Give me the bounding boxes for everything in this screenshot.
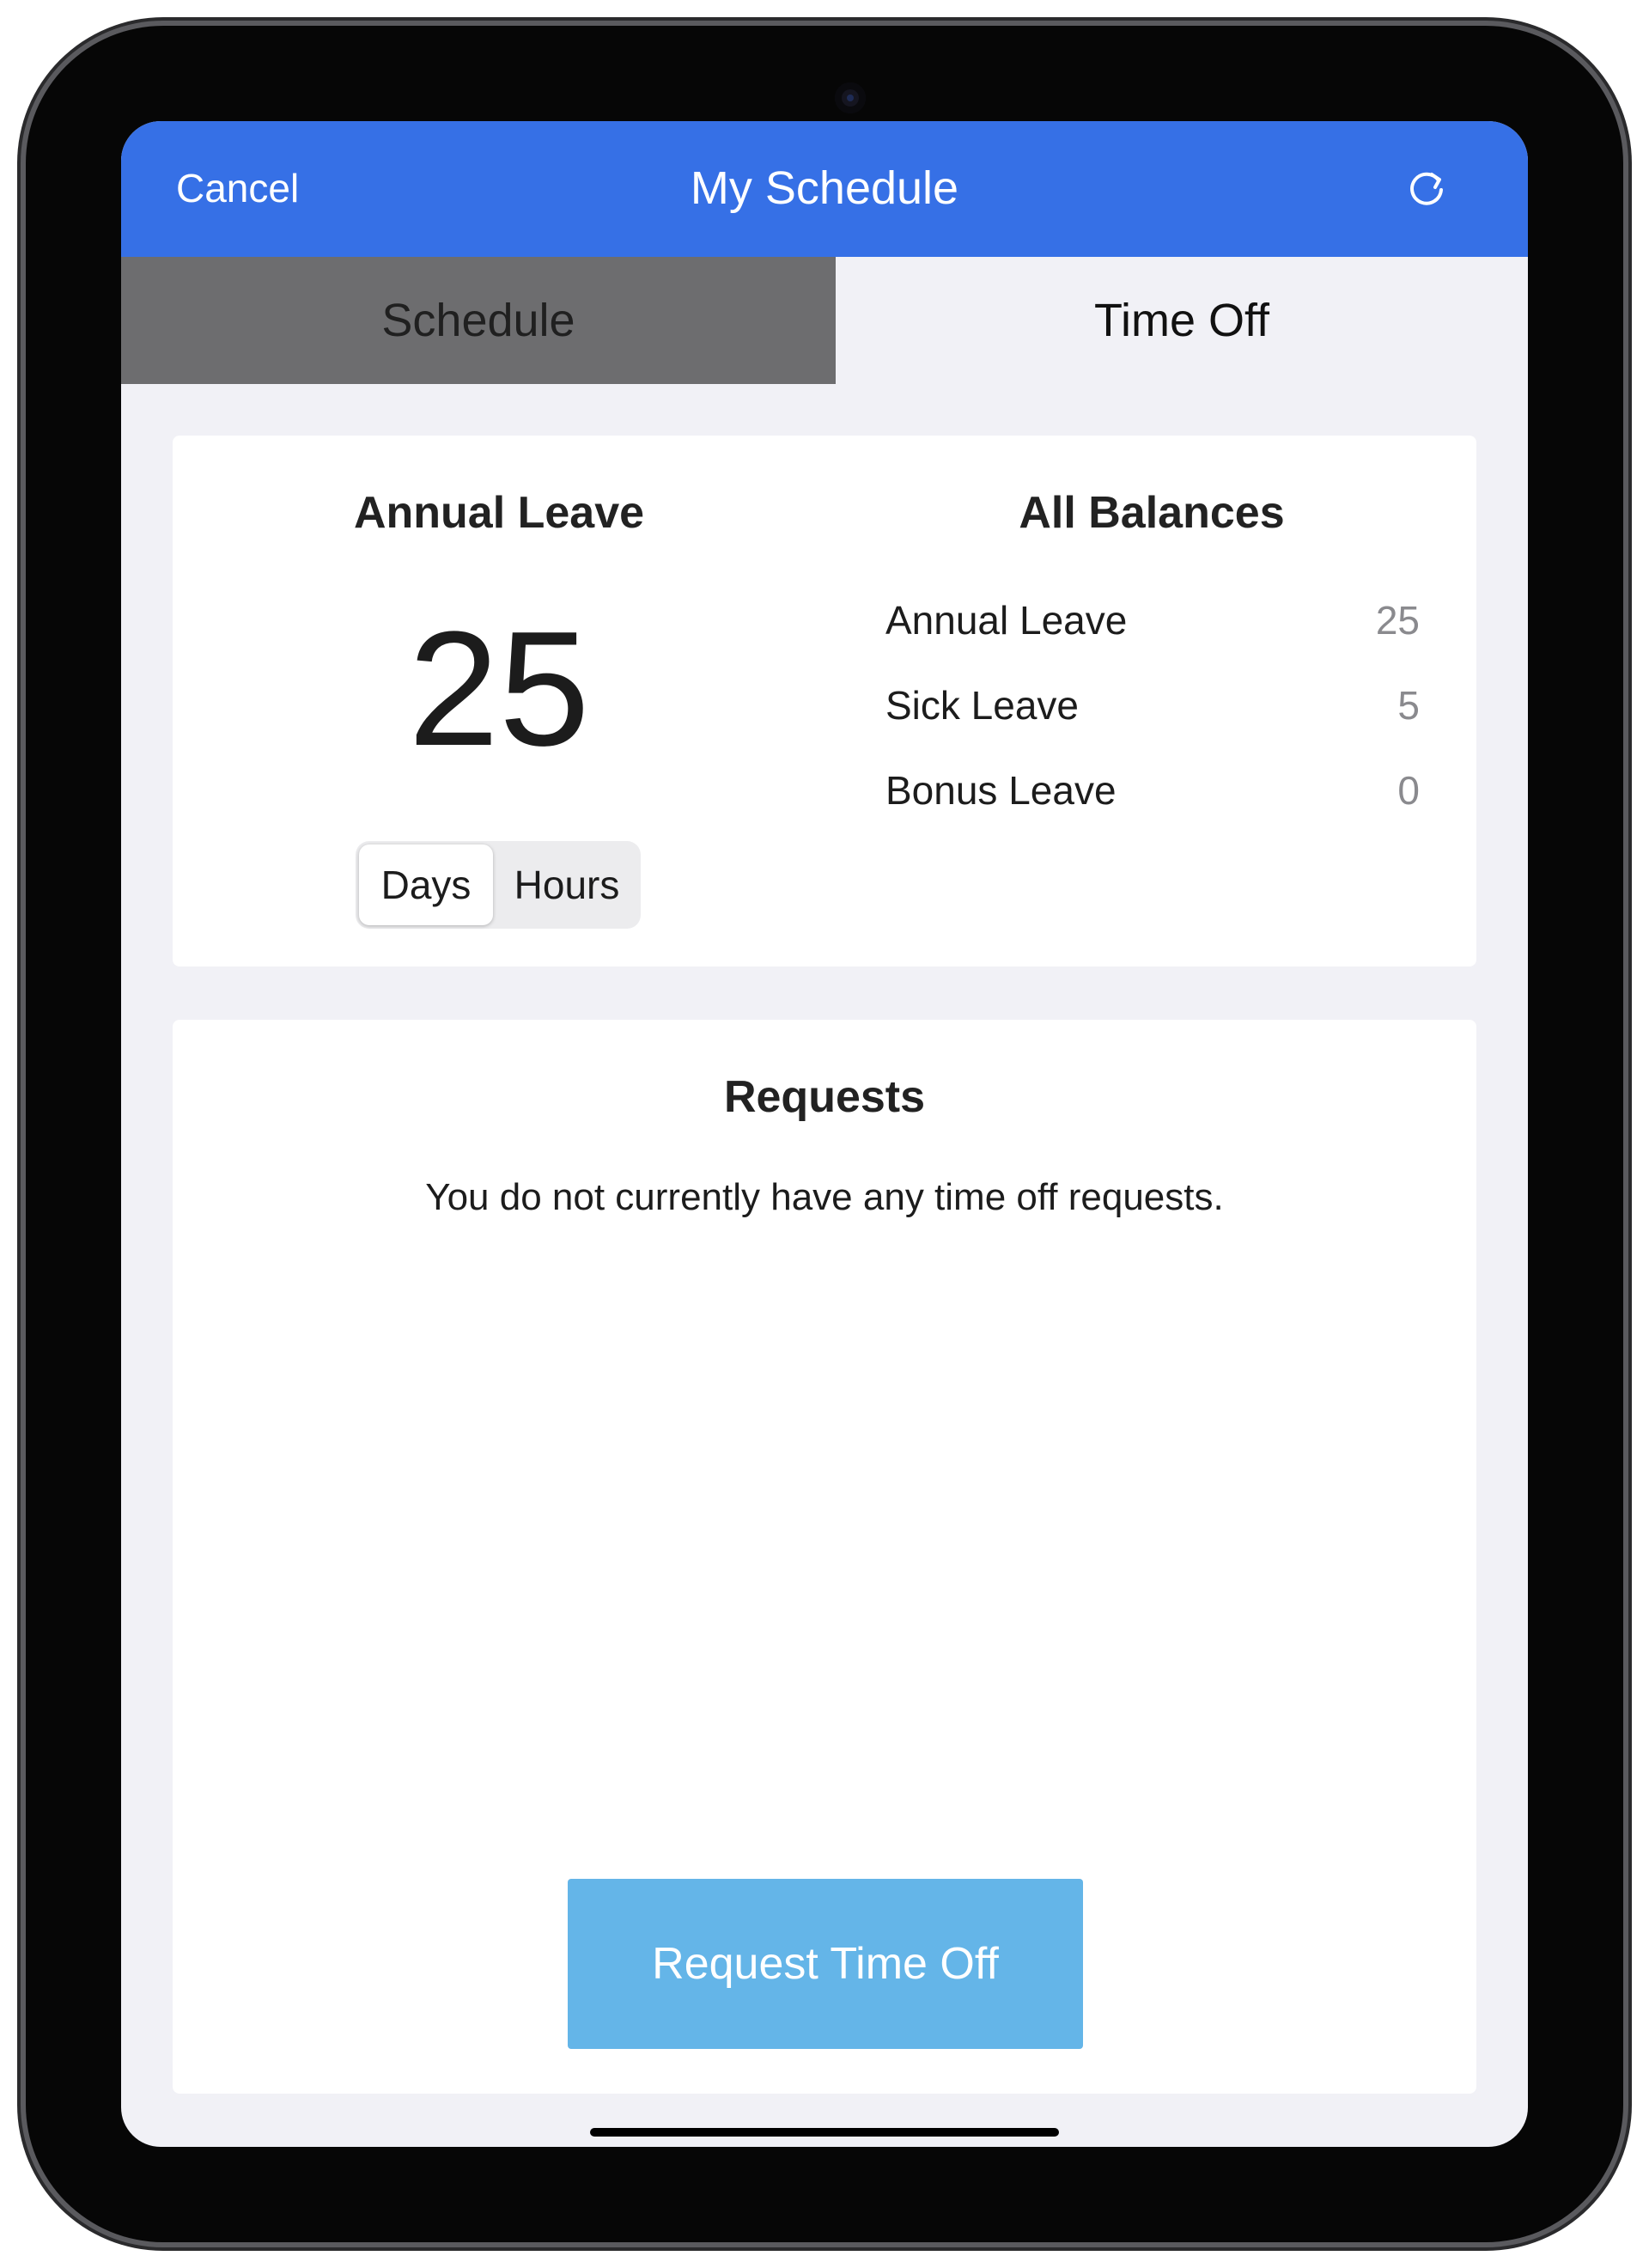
hours-option[interactable]: Hours [496, 844, 637, 925]
balance-row-sick-leave[interactable]: Sick Leave 5 [885, 675, 1420, 735]
front-camera [835, 82, 866, 113]
selected-balance-value: 25 [408, 598, 590, 780]
days-option[interactable]: Days [359, 844, 493, 925]
balance-value: 5 [1397, 683, 1420, 728]
all-balances-title: All Balances [1019, 488, 1285, 538]
segment-tabs: Schedule Time Off [121, 257, 1528, 384]
balance-name: Bonus Leave [885, 768, 1117, 813]
balance-value: 0 [1397, 768, 1420, 813]
balance-name: Sick Leave [885, 683, 1080, 728]
requests-title: Requests [723, 1072, 926, 1122]
balance-name: Annual Leave [885, 598, 1128, 643]
balance-card: Annual Leave 25 Days Hours All Balances … [173, 436, 1476, 966]
balance-row-bonus-leave[interactable]: Bonus Leave 0 [885, 760, 1420, 820]
app-screen: Cancel My Schedule Schedule Time Off Ann… [121, 121, 1528, 2147]
volume-down-button [1625, 309, 1632, 395]
unit-toggle: Days Hours [356, 841, 641, 929]
navigation-bar: Cancel My Schedule [121, 121, 1528, 257]
page-title: My Schedule [690, 162, 959, 214]
balance-row-annual-leave[interactable]: Annual Leave 25 [885, 590, 1420, 650]
requests-card: Requests You do not currently have any t… [173, 1020, 1476, 2094]
selected-balance-title: Annual Leave [353, 488, 645, 538]
request-time-off-button[interactable]: Request Time Off [568, 1879, 1083, 2049]
empty-requests-message: You do not currently have any time off r… [425, 1176, 1224, 1218]
refresh-icon[interactable] [1401, 164, 1452, 216]
balance-value: 25 [1375, 598, 1420, 643]
tab-schedule[interactable]: Schedule [121, 257, 836, 384]
volume-up-button [1625, 203, 1632, 289]
home-indicator [590, 2128, 1059, 2137]
tab-time-off[interactable]: Time Off [836, 257, 1528, 384]
